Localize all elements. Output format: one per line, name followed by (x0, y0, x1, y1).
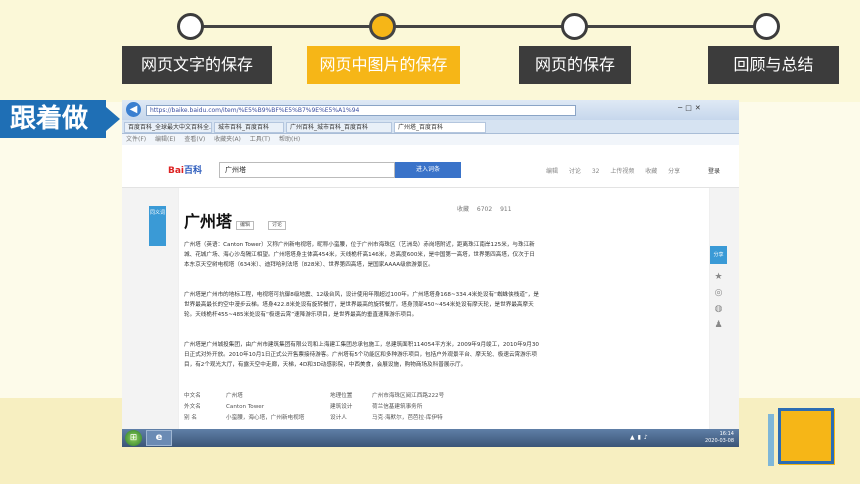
step-label-3[interactable]: 网页的保存 (519, 46, 631, 84)
step-label-4[interactable]: 回顾与总结 (708, 46, 839, 84)
url-field[interactable]: https://baike.baidu.com/item/%E5%B9%BF%E… (146, 105, 576, 116)
ie-tabs: 百度百科_全球最大中文百科全... 城市百科_百度百科 广州百科_城市百科_百度… (122, 120, 739, 134)
tab-canton-tower[interactable]: 广州塔_百度百科 (394, 122, 486, 133)
follow-arrow (106, 107, 120, 131)
article-meta[interactable]: 收藏 6702 911 (457, 204, 512, 213)
step-node-1 (177, 13, 204, 40)
share-button[interactable]: 分享 (710, 246, 727, 264)
start-icon[interactable]: ⊞ (125, 430, 142, 446)
qq-icon[interactable]: ♟ (713, 320, 724, 330)
info-row: 中文名 广州塔 地理位置 广州市海珠区阅江西路222号 (184, 393, 445, 399)
edit-button[interactable]: 编辑 (236, 221, 255, 230)
step-label-2[interactable]: 网页中图片的保存 (307, 46, 460, 84)
discuss-button[interactable]: 讨论 (268, 221, 287, 230)
info-row: 外文名 Canton Tower 建筑设计 荷兰信基建筑事务所 (184, 404, 423, 410)
ie-menu-bar[interactable]: 文件(F) 编辑(E) 查看(V) 收藏夹(A) 工具(T) 帮助(H) (122, 134, 739, 145)
taskbar-clock[interactable]: 16:14 2020-03-08 (692, 431, 734, 445)
paragraph-3: 广州塔是广州城投集团，由广州市建筑集团有限公司和上海建工集团总承包施工，总建筑面… (184, 342, 539, 368)
tab-baike-home[interactable]: 百度百科_全球最大中文百科全... (124, 122, 212, 133)
progress-track (190, 25, 767, 28)
step-node-2-active (369, 13, 396, 40)
step-label-1[interactable]: 网页文字的保存 (122, 46, 272, 84)
step-node-4 (753, 13, 780, 40)
baike-search-input[interactable]: 广州塔 (219, 162, 395, 178)
follow-along-label: 跟着做 (0, 100, 106, 138)
ie-taskbar-icon[interactable]: e (146, 430, 172, 446)
tab-guangzhou-baike[interactable]: 广州百科_城市百科_百度百科 (286, 122, 392, 133)
header-options[interactable]: 编辑 讨论 32 上传视频 收藏 分享 (546, 166, 680, 175)
basic-info-table: 中文名 广州塔 地理位置 广州市海珠区阅江西路222号 外文名 Canton Tower… (184, 391, 484, 424)
ie-address-bar: ◀ https://baike.baidu.com/item/%E5%B9%BF… (122, 100, 739, 120)
tab-city-baike[interactable]: 城市百科_百度百科 (214, 122, 284, 133)
right-gutter (710, 188, 739, 447)
article-title: 广州塔 (184, 212, 233, 231)
wechat-icon[interactable]: ◍ (713, 304, 724, 314)
back-icon[interactable]: ◀ (126, 102, 141, 117)
decor-bar (768, 414, 774, 466)
browser-screenshot: ◀ https://baike.baidu.com/item/%E5%B9%BF… (122, 100, 739, 447)
baike-header: Bai百科 广州塔 进入词条 编辑 讨论 32 上传视频 收藏 分享 登录 (122, 146, 739, 188)
paragraph-1: 广州塔（英语：Canton Tower）又称广州新电视塔，昵称小蛮腰，位于广州市… (184, 242, 535, 268)
enter-entry-button[interactable]: 进入词条 (395, 162, 461, 178)
baike-logo[interactable]: Bai百科 (168, 163, 202, 176)
tray-icons[interactable]: ▲▮♪ (630, 434, 651, 441)
info-row: 别 名小蛮腰，海心塔，广州新电视塔 设计人 马克·海默尔，芭芭拉·库伊特 (184, 415, 443, 421)
paragraph-2: 广州塔是广州市的地标工程，电视塔可抗御8级地震、12级台风，设计使用年限超过10… (184, 292, 539, 318)
window-controls[interactable]: ─□✕ (678, 104, 704, 112)
synonym-badge[interactable]: 同义词 (149, 206, 166, 246)
decor-outline (778, 408, 834, 464)
windows-taskbar: ⊞ e ▲▮♪ 16:14 2020-03-08 (122, 429, 739, 447)
login-link[interactable]: 登录 (708, 166, 720, 175)
step-node-3 (561, 13, 588, 40)
weibo-icon[interactable]: ◎ (713, 288, 724, 298)
star-icon[interactable]: ★ (713, 272, 724, 282)
